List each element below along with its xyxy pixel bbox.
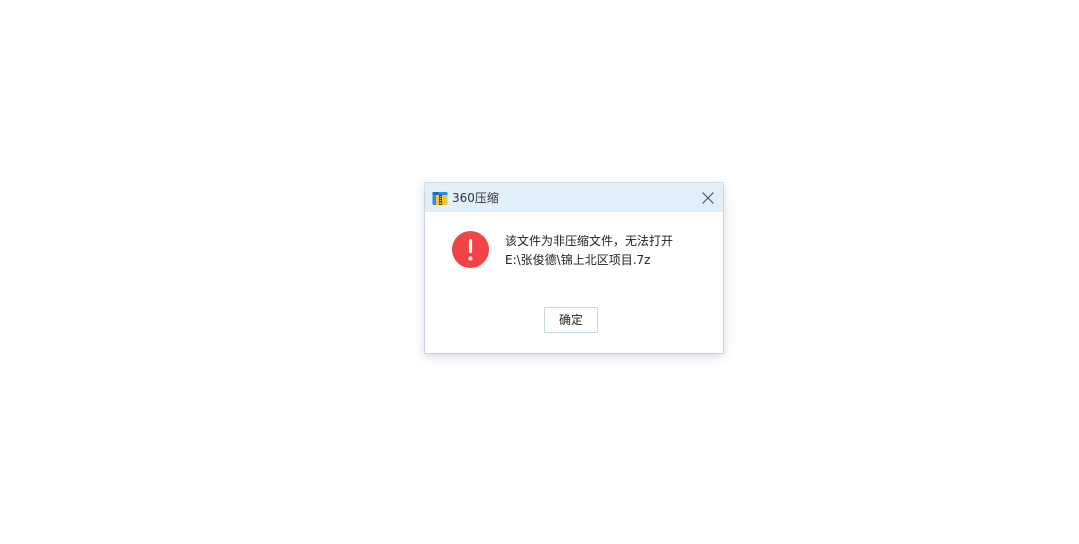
dialog-title: 360压缩 <box>452 191 499 205</box>
close-button[interactable] <box>695 185 721 211</box>
error-dialog: 360压缩 该文件为非压缩文件，无法打开 E:\张俊德\锦上北区项目.7z 确定 <box>425 183 723 353</box>
error-message: 该文件为非压缩文件，无法打开 <box>505 234 674 248</box>
file-path: E:\张俊德\锦上北区项目.7z <box>505 253 651 267</box>
error-exclamation-icon <box>452 231 489 268</box>
dialog-titlebar[interactable]: 360压缩 <box>425 183 723 212</box>
ok-button[interactable]: 确定 <box>544 307 598 333</box>
close-icon <box>702 192 714 204</box>
archive-app-icon <box>432 190 448 206</box>
